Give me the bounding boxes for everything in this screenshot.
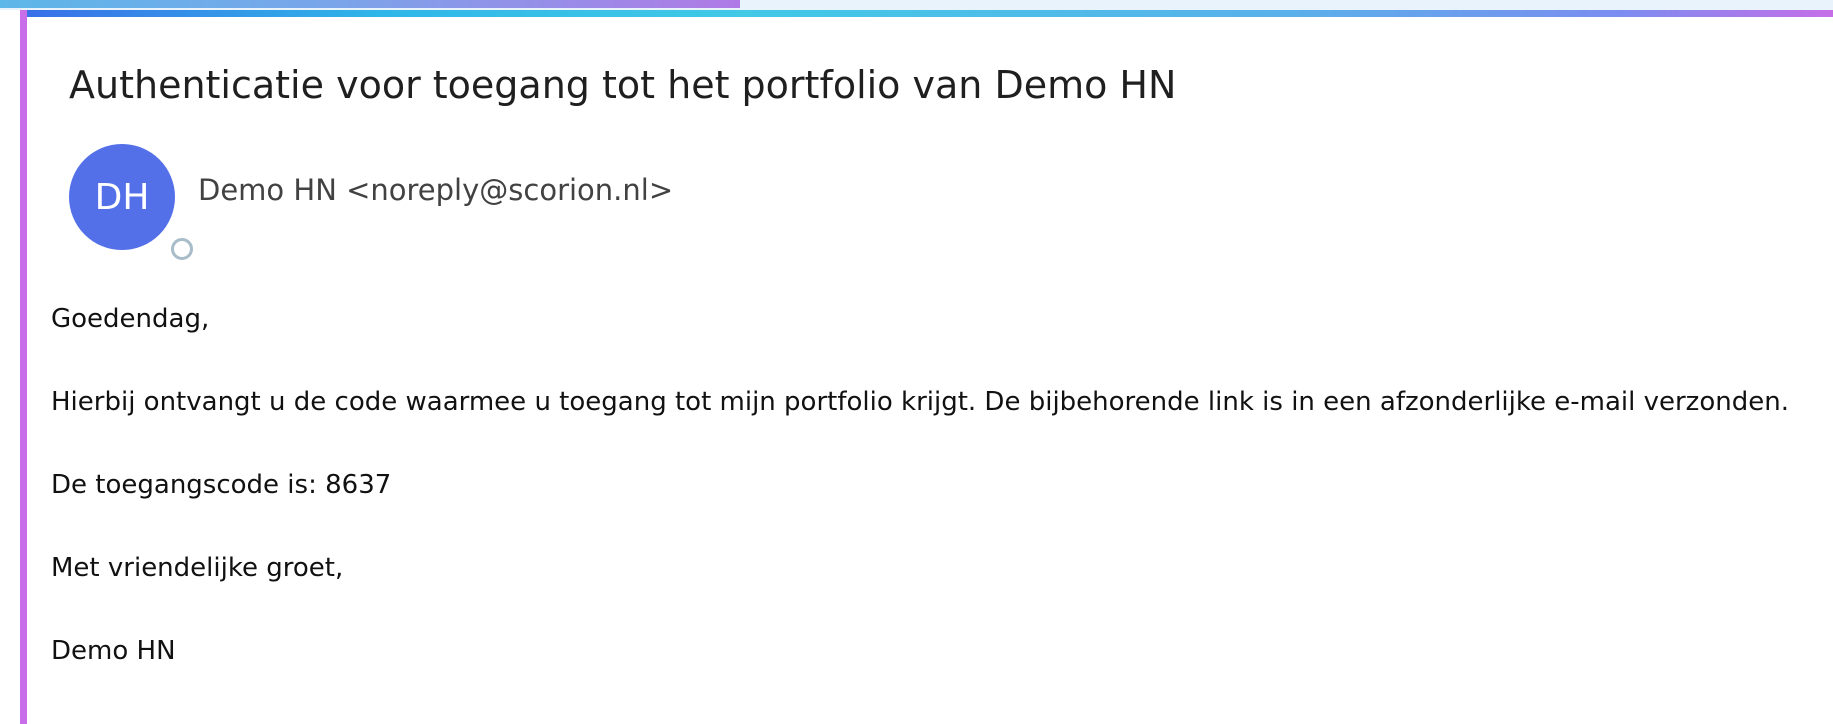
- avatar-initials: DH: [94, 176, 150, 218]
- email-subject: Authenticatie voor toegang tot het portf…: [69, 63, 1177, 107]
- focus-border-left: [20, 10, 27, 724]
- body-intro: Hierbij ontvangt u de code waarmee u toe…: [51, 387, 1789, 417]
- reading-pane: Authenticatie voor toegang tot het portf…: [0, 0, 1833, 724]
- focus-border-top: [20, 10, 1833, 17]
- email-body: Goedendag, Hierbij ontvangt u de code wa…: [51, 301, 1789, 716]
- body-access-code: De toegangscode is: 8637: [51, 470, 392, 500]
- body-closing: Met vriendelijke groet,: [51, 553, 344, 583]
- body-greeting: Goedendag,: [51, 304, 210, 334]
- email-message: Authenticatie voor toegang tot het portf…: [27, 17, 1833, 724]
- presence-status-icon: [171, 238, 193, 260]
- sender-avatar[interactable]: DH: [69, 144, 175, 250]
- top-gradient-strip: [0, 0, 740, 8]
- sender-name-address[interactable]: Demo HN <noreply@scorion.nl>: [198, 173, 673, 207]
- body-signature: Demo HN: [51, 636, 176, 666]
